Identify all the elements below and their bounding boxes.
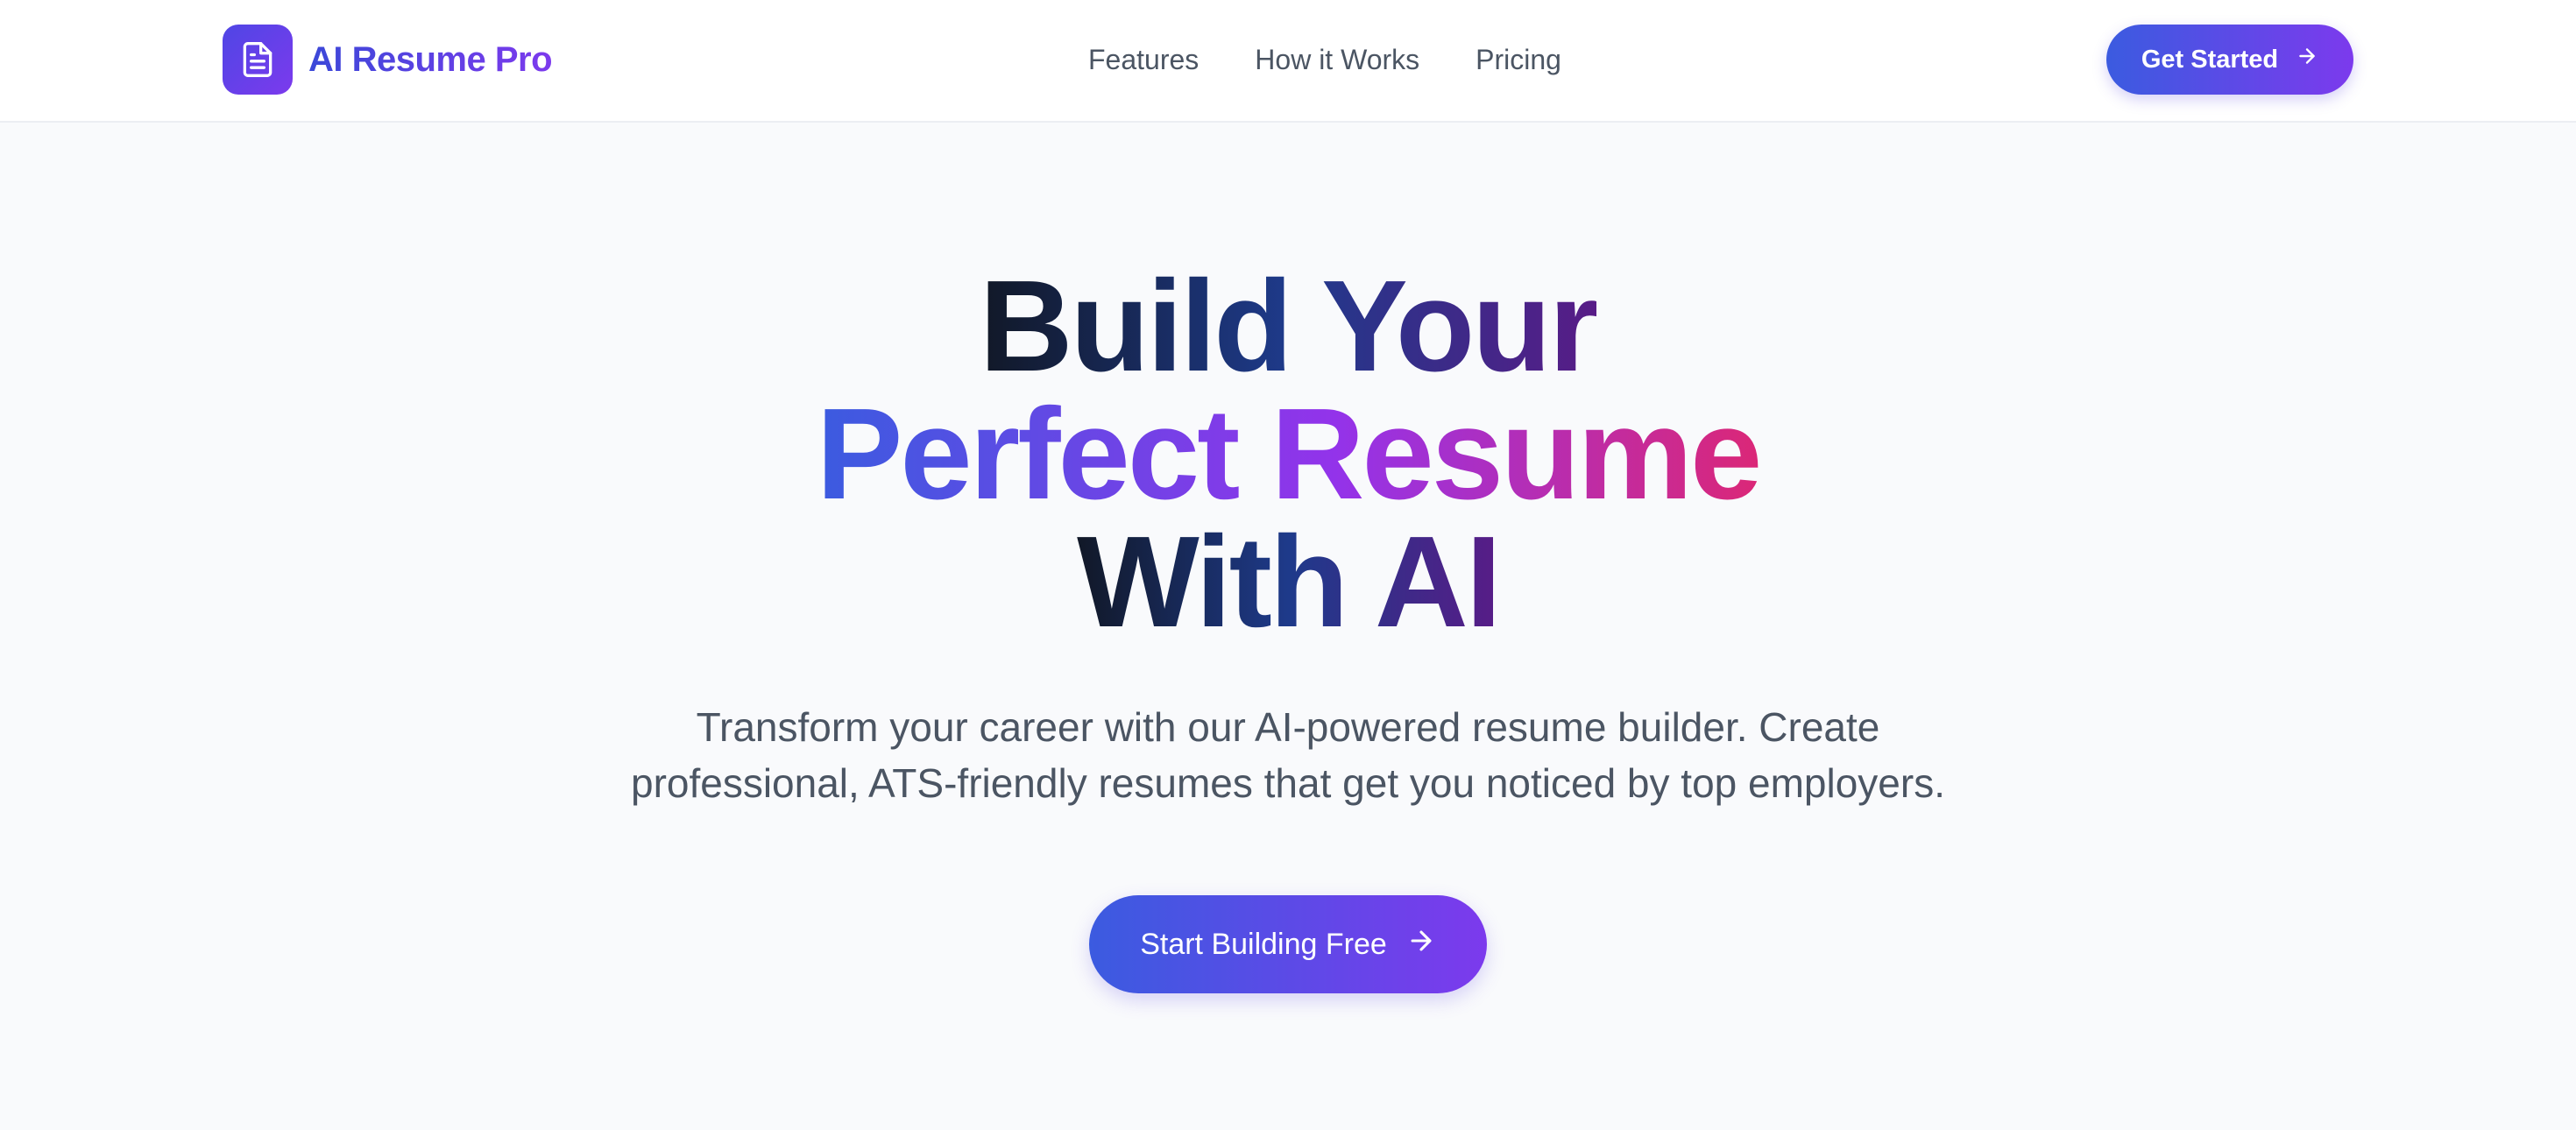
nav-link-pricing[interactable]: Pricing [1476,44,1561,76]
headline-line-1: Build Your [979,254,1600,399]
headline-line-2: Perfect Resume [816,382,1763,526]
get-started-label: Get Started [2141,45,2279,74]
arrow-right-icon [2296,45,2318,74]
arrow-right-icon [1406,926,1436,964]
brand-logo[interactable]: AI Resume Pro [223,25,553,95]
hero-section: Build Your Perfect Resume With AI [0,254,2576,654]
subtitle-line-1: Transform your career with our AI-powere… [696,704,1880,750]
brand-name: AI Resume Pro [308,39,553,79]
start-building-button[interactable]: Start Building Free [1089,895,1487,993]
start-building-label: Start Building Free [1140,927,1387,961]
main-nav: Features How it Works Pricing [1088,40,1561,79]
site-header: AI Resume Pro Features How it Works Pric… [0,0,2576,123]
get-started-button[interactable]: Get Started [2106,25,2353,95]
hero-headline: Build Your Perfect Resume With AI [0,254,2576,654]
headline-line-3: With AI [1077,510,1502,654]
nav-link-how-it-works[interactable]: How it Works [1255,44,1419,76]
document-icon [223,25,293,95]
nav-link-features[interactable]: Features [1088,44,1199,76]
hero-subtitle: Transform your career with our AI-powere… [587,699,1989,811]
subtitle-line-2: professional, ATS-friendly resumes that … [630,760,1945,806]
